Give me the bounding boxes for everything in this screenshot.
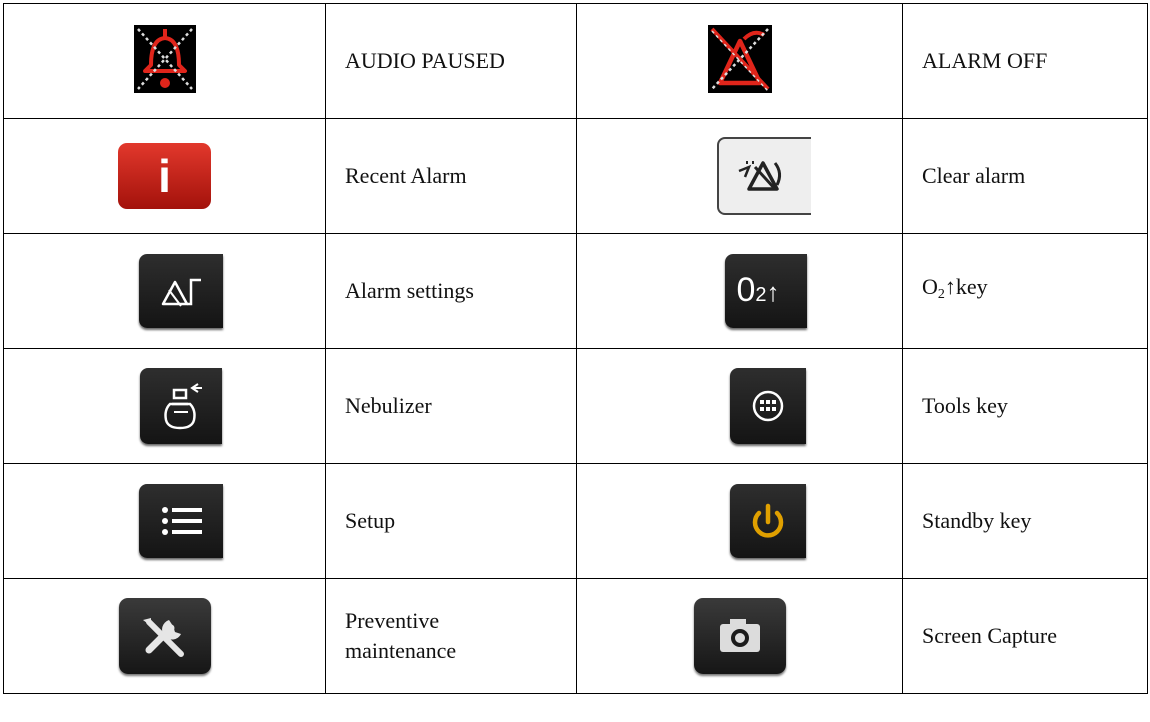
screen-capture-label: Screen Capture xyxy=(902,578,1148,694)
setup-label: Setup xyxy=(325,463,577,579)
audio-paused-icon xyxy=(133,24,196,98)
table-row: Nebulizer Tools key xyxy=(3,348,1148,464)
table-row: Alarm settings 02↑ O2↑key xyxy=(3,233,1148,349)
setup-icon xyxy=(138,484,223,558)
standby-icon xyxy=(729,484,806,558)
recent-alarm-icon: i xyxy=(118,143,211,209)
o2-up-key-label: O2↑key xyxy=(902,233,1148,349)
table-row: Setup Standby key xyxy=(3,463,1148,579)
alarm-settings-icon xyxy=(138,254,223,328)
table-row: i Recent Alarm Clear alarm xyxy=(3,118,1148,234)
camera-icon xyxy=(693,598,786,674)
clear-alarm-icon xyxy=(716,137,811,215)
nebulizer-label: Nebulizer xyxy=(325,348,577,464)
tools-icon xyxy=(729,368,806,444)
nebulizer-icon xyxy=(139,368,222,444)
table-row: AUDIO PAUSED ALARM OFF xyxy=(3,3,1148,119)
tools-key-label: Tools key xyxy=(902,348,1148,464)
alarm-settings-label: Alarm settings xyxy=(325,233,577,349)
recent-alarm-label: Recent Alarm xyxy=(325,118,577,234)
standby-key-label: Standby key xyxy=(902,463,1148,579)
preventive-maintenance-icon xyxy=(118,598,211,674)
preventive-maintenance-label: Preventive maintenance xyxy=(325,578,577,694)
audio-paused-label: AUDIO PAUSED xyxy=(325,3,577,119)
o2-up-icon: 02↑ xyxy=(724,254,807,328)
icon-legend-table: AUDIO PAUSED ALARM OFF i Recent Alarm Cl… xyxy=(3,3,1148,694)
alarm-off-icon xyxy=(707,24,772,98)
table-row: Preventive maintenance Screen Capture xyxy=(3,578,1148,694)
clear-alarm-label: Clear alarm xyxy=(902,118,1148,234)
alarm-off-label: ALARM OFF xyxy=(902,3,1148,119)
